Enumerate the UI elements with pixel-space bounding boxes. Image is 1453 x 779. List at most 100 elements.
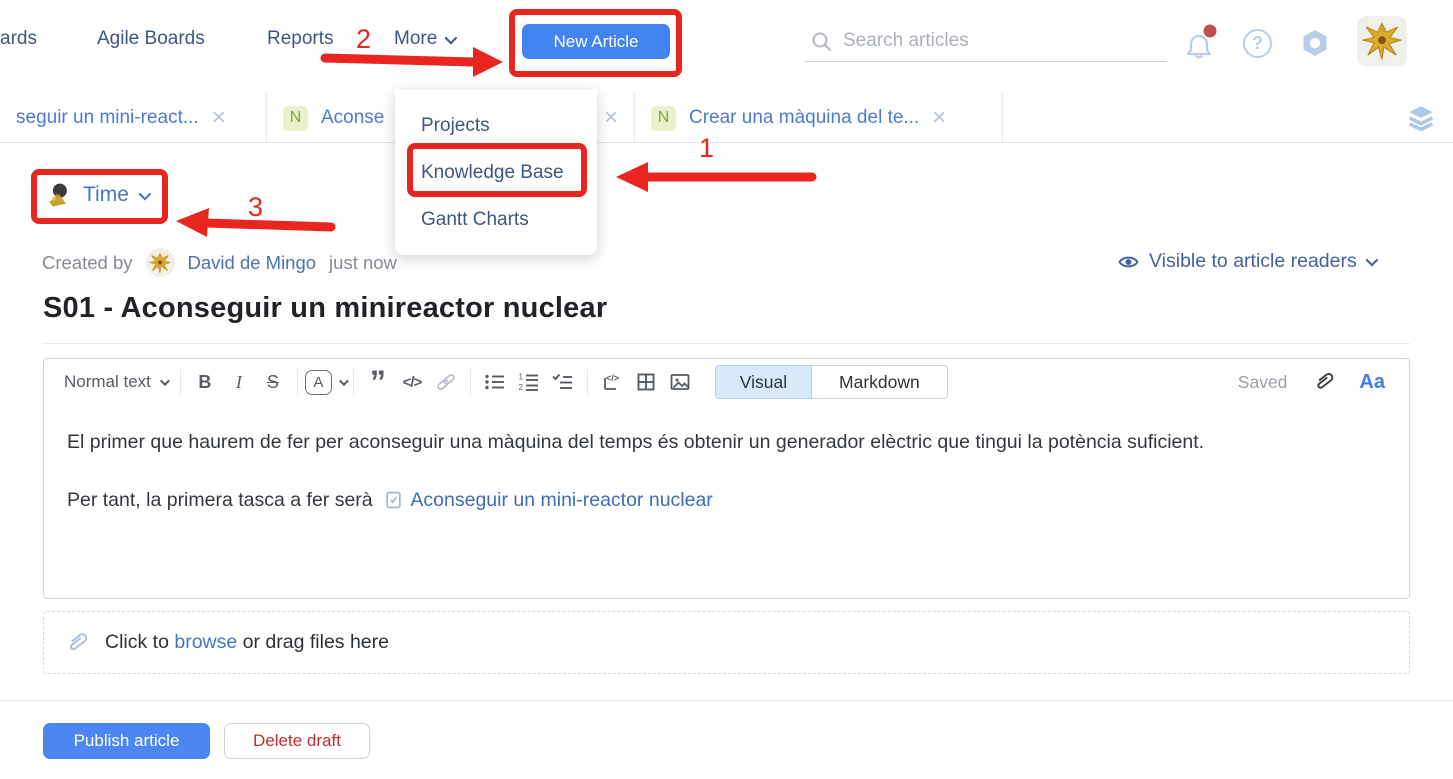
text-color-button[interactable]: A bbox=[305, 366, 346, 398]
menu-item-knowledge-base[interactable]: Knowledge Base bbox=[395, 149, 597, 196]
user-avatar[interactable] bbox=[1357, 16, 1407, 66]
bullet-list-icon bbox=[484, 372, 505, 392]
editor-content[interactable]: El primer que haurem de fer per aconsegu… bbox=[44, 405, 1409, 518]
blockquote-button[interactable]: ” bbox=[361, 373, 395, 391]
phoenix-avatar-icon bbox=[1360, 19, 1404, 63]
mode-markdown-button[interactable]: Markdown bbox=[812, 365, 948, 399]
annotation-arrow-2-head bbox=[473, 47, 503, 77]
close-icon[interactable]: × bbox=[604, 106, 618, 130]
title-divider bbox=[43, 343, 1410, 344]
author-link[interactable]: David de Mingo bbox=[188, 252, 317, 274]
text-settings-button[interactable]: Aa bbox=[1359, 371, 1385, 394]
annotation-arrow-2-shaft bbox=[325, 58, 474, 62]
article-editor: Normal text B I S A ” </> bbox=[43, 358, 1410, 599]
visibility-label: Visible to article readers bbox=[1149, 250, 1357, 273]
nav-item-reports[interactable]: Reports bbox=[267, 28, 334, 50]
nav-item-more-label: More bbox=[394, 28, 437, 50]
settings-button[interactable] bbox=[1299, 27, 1331, 64]
text-color-a-icon: A bbox=[305, 370, 332, 395]
project-selector-time[interactable]: Time bbox=[45, 180, 148, 210]
article-title[interactable]: S01 - Aconseguir un minireactor nuclear bbox=[43, 292, 607, 325]
mode-visual-button[interactable]: Visual bbox=[715, 365, 812, 399]
insert-image-button[interactable] bbox=[663, 366, 697, 398]
editor-toolbar: Normal text B I S A ” </> bbox=[44, 359, 1409, 405]
close-icon[interactable]: × bbox=[212, 106, 226, 130]
tab-article-3[interactable]: N Crear una màquina del te... × bbox=[635, 93, 1003, 143]
menu-item-gantt-charts-label: Gantt Charts bbox=[421, 209, 529, 231]
nav-item-dashboards[interactable]: ards bbox=[0, 28, 37, 50]
phoenix-avatar-icon bbox=[148, 251, 172, 275]
stack-view-button[interactable] bbox=[1406, 103, 1436, 138]
code-block-icon: </> bbox=[601, 371, 623, 393]
publish-article-button[interactable]: Publish article bbox=[43, 723, 210, 759]
checklist-button[interactable] bbox=[546, 366, 580, 398]
chevron-down-icon bbox=[445, 31, 458, 44]
knowledge-base-editor-page: ards Agile Boards Reports More New Artic… bbox=[0, 0, 1453, 779]
visibility-selector[interactable]: Visible to article readers bbox=[1117, 250, 1375, 273]
table-button[interactable] bbox=[629, 366, 663, 398]
numbered-list-icon: 1 2 bbox=[518, 372, 539, 392]
nav-item-agile-boards-label: Agile Boards bbox=[97, 28, 205, 50]
nav-item-agile-boards[interactable]: Agile Boards bbox=[97, 28, 205, 50]
close-icon[interactable]: × bbox=[932, 106, 946, 130]
paperclip-icon bbox=[64, 630, 88, 656]
bullet-list-button[interactable] bbox=[478, 366, 512, 398]
drop-zone-prefix: Click to bbox=[105, 631, 169, 653]
image-icon bbox=[669, 372, 691, 392]
article-tab-bar: seguir un mini-react... × N Aconse × N C… bbox=[0, 93, 1453, 143]
paragraph-style-label: Normal text bbox=[64, 372, 151, 392]
menu-item-knowledge-base-label: Knowledge Base bbox=[421, 162, 564, 184]
article-reference-icon bbox=[385, 490, 402, 509]
annotation-arrow-3-shaft bbox=[206, 223, 331, 227]
more-menu-dropdown: Projects Knowledge Base Gantt Charts bbox=[395, 90, 597, 255]
menu-item-gantt-charts[interactable]: Gantt Charts bbox=[395, 196, 597, 243]
editor-mode-toggle: Visual Markdown bbox=[715, 365, 948, 399]
bold-button[interactable]: B bbox=[188, 366, 222, 398]
delete-draft-button[interactable]: Delete draft bbox=[224, 723, 370, 759]
nav-item-more[interactable]: More bbox=[394, 28, 454, 50]
tab-article-1-label: seguir un mini-react... bbox=[16, 107, 199, 129]
link-button[interactable] bbox=[429, 366, 463, 398]
chevron-down-icon bbox=[339, 376, 349, 386]
toolbar-separator bbox=[587, 369, 588, 395]
article-reference-link[interactable]: Aconseguir un mini-reactor nuclear bbox=[410, 489, 712, 511]
toolbar-separator bbox=[353, 369, 354, 395]
created-time: just now bbox=[329, 252, 397, 274]
help-button[interactable]: ? bbox=[1243, 29, 1272, 58]
paragraph: Per tant, la primera tasca a fer serà Ac… bbox=[67, 482, 1386, 518]
code-block-button[interactable]: </> bbox=[595, 366, 629, 398]
nav-item-dashboards-label: ards bbox=[0, 28, 37, 50]
drop-zone-suffix: or drag files here bbox=[243, 631, 389, 653]
new-article-button[interactable]: New Article bbox=[522, 24, 670, 59]
paragraph-text: Per tant, la primera tasca a fer serà bbox=[67, 489, 373, 511]
chevron-down-icon bbox=[1365, 254, 1378, 267]
checklist-icon bbox=[552, 372, 573, 392]
search-icon bbox=[811, 31, 833, 53]
menu-item-projects[interactable]: Projects bbox=[395, 102, 597, 149]
article-meta-row: Created by David de Mingo just now bbox=[42, 248, 397, 277]
file-drop-zone[interactable]: Click to browse or drag files here bbox=[43, 611, 1410, 674]
notifications-bell[interactable] bbox=[1184, 24, 1218, 65]
paragraph: El primer que haurem de fer per aconsegu… bbox=[67, 424, 1386, 460]
tab-article-3-label: Crear una màquina del te... bbox=[689, 107, 919, 129]
inline-code-button[interactable]: </> bbox=[395, 366, 429, 398]
author-avatar[interactable] bbox=[146, 248, 175, 277]
annotation-arrow-1-head bbox=[616, 162, 648, 192]
numbered-list-button[interactable]: 1 2 bbox=[512, 366, 546, 398]
svg-text:2: 2 bbox=[519, 383, 524, 392]
layers-icon bbox=[1406, 103, 1436, 133]
browse-link[interactable]: browse bbox=[174, 631, 237, 653]
search-box[interactable] bbox=[805, 20, 1167, 62]
attach-file-button[interactable] bbox=[1311, 366, 1335, 398]
paperclip-icon bbox=[1312, 370, 1334, 394]
saved-status: Saved bbox=[1238, 372, 1288, 393]
italic-button[interactable]: I bbox=[222, 366, 256, 398]
strikethrough-button[interactable]: S bbox=[256, 366, 290, 398]
toolbar-separator bbox=[470, 369, 471, 395]
notification-dot bbox=[1204, 25, 1217, 38]
question-mark-icon: ? bbox=[1252, 33, 1263, 54]
footer-divider bbox=[0, 700, 1453, 701]
paragraph-style-select[interactable]: Normal text bbox=[58, 372, 173, 392]
search-input[interactable] bbox=[805, 20, 1167, 62]
tab-article-1[interactable]: seguir un mini-react... × bbox=[0, 93, 267, 143]
